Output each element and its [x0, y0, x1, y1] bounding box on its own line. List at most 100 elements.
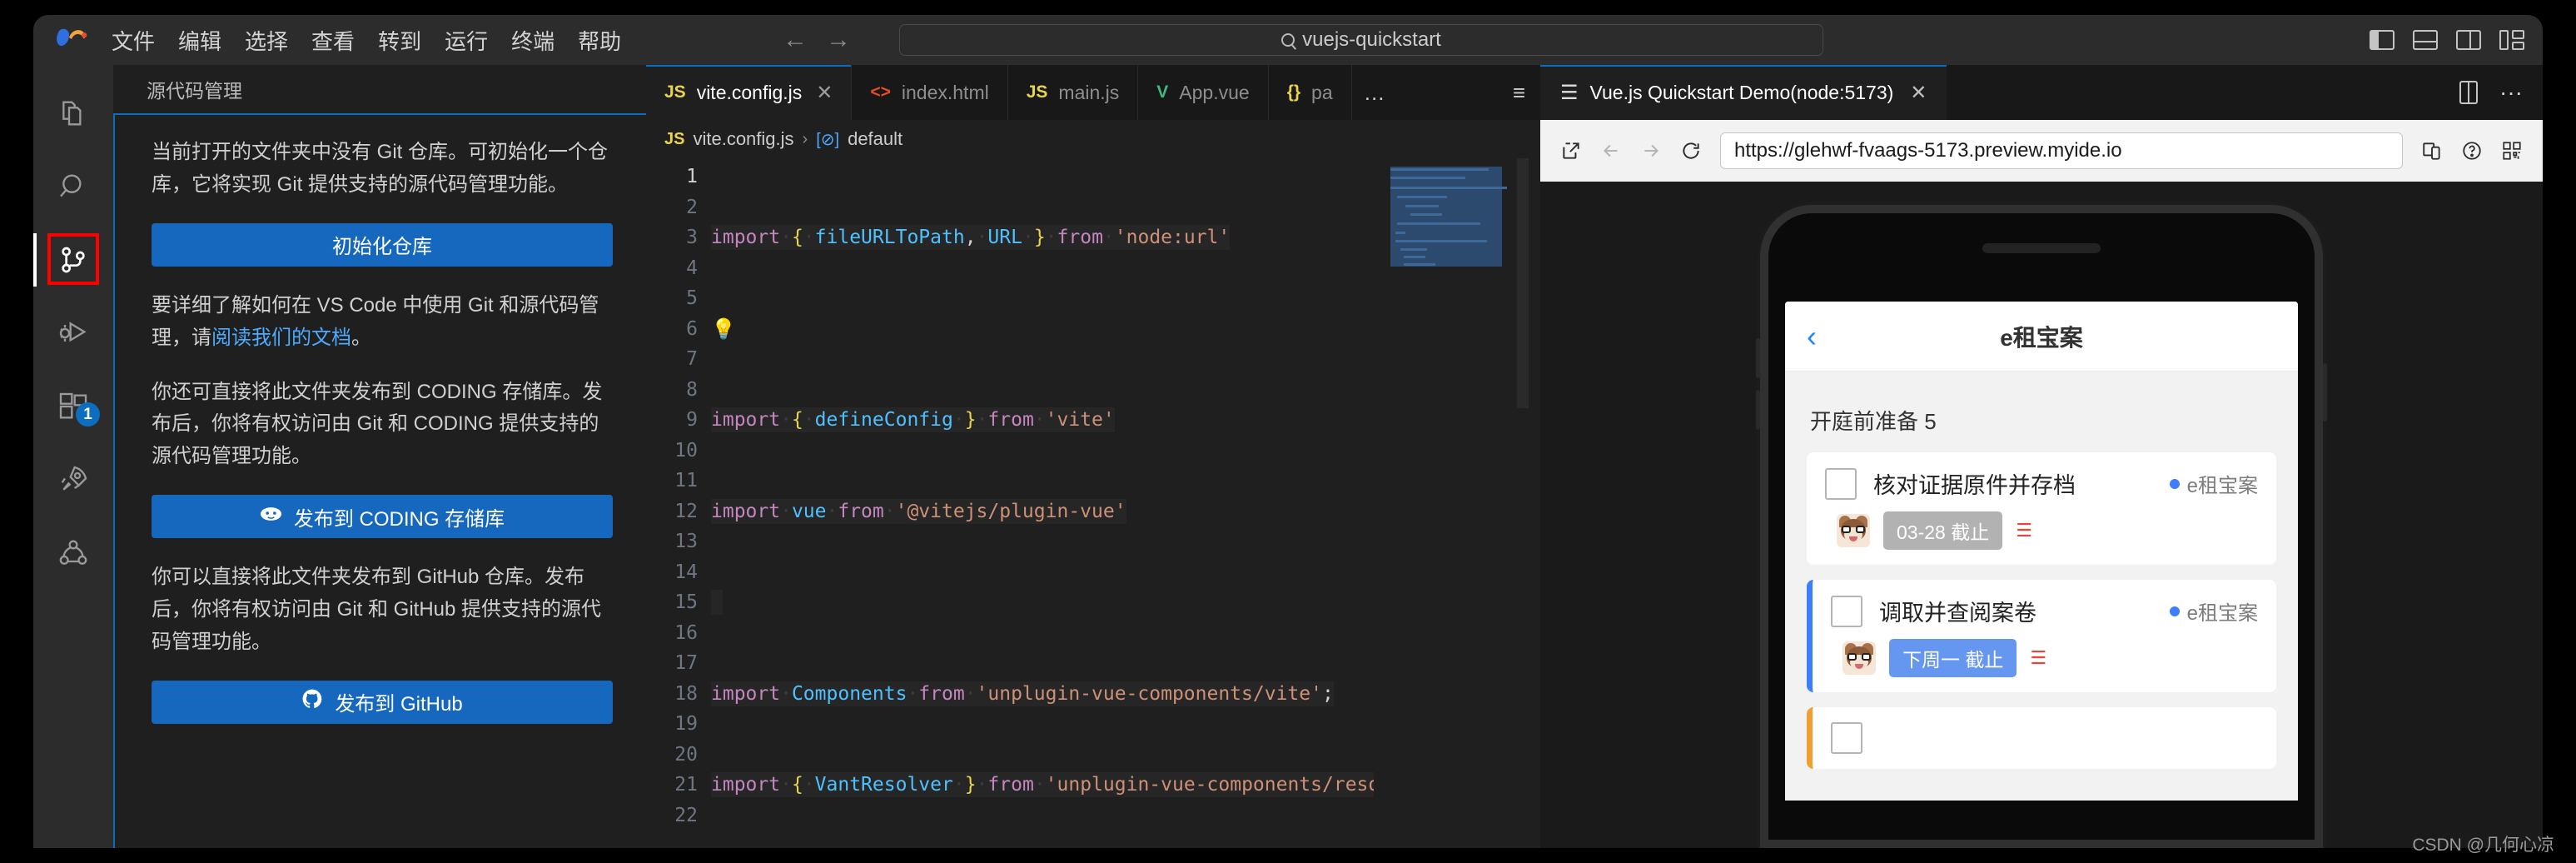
- menu-item-view[interactable]: 查看: [300, 20, 366, 61]
- task-card[interactable]: [1807, 707, 2276, 769]
- layout-controls: [2370, 30, 2524, 50]
- url-bar[interactable]: https://glehwf-fvaags-5173.preview.myide…: [1720, 132, 2403, 169]
- tab-main-js[interactable]: JS main.js: [1007, 65, 1139, 120]
- init-repository-button[interactable]: 初始化仓库: [152, 222, 613, 267]
- lightbulb-icon[interactable]: 💡: [711, 317, 736, 341]
- tab-index-html[interactable]: <> index.html: [852, 65, 1008, 120]
- toggle-secondary-sidebar-icon[interactable]: [2456, 30, 2481, 50]
- hamster-avatar-icon: [1842, 641, 1876, 675]
- task-row-meta: 03-28 截止 ☰: [1825, 511, 2258, 550]
- tab-preview-demo[interactable]: ☰ Vue.js Quickstart Demo(node:5173) ✕: [1540, 65, 1947, 120]
- task-card[interactable]: 调取并查阅案卷 e租宝案 下周一 截止 ☰: [1807, 580, 2276, 692]
- tab-app-vue[interactable]: V App.vue: [1138, 65, 1269, 120]
- read-docs-link[interactable]: 阅读我们的文档: [211, 327, 351, 349]
- question-mark-icon[interactable]: [2461, 140, 2483, 162]
- line-number: 21: [674, 774, 698, 796]
- task-list: 核对证据原件并存档 e租宝案 03-28 截止 ☰ 调取并查阅案卷 e租宝案 下…: [1785, 452, 2298, 801]
- line-number: 19: [674, 713, 698, 735]
- toggle-panel-icon[interactable]: [2413, 30, 2438, 50]
- task-checkbox[interactable]: [1825, 467, 1857, 500]
- tab-label: index.html: [901, 81, 989, 103]
- sidebar-item-accounts[interactable]: [33, 516, 113, 590]
- open-external-icon[interactable]: [1560, 140, 1582, 162]
- line-number-gutter: 1 2 3 4 5 6 7 8 9 10 11 12 13 14 15 16 1: [646, 158, 711, 848]
- tab-package-json[interactable]: {} pa: [1268, 65, 1352, 120]
- more-actions-icon[interactable]: ···: [2499, 79, 2523, 106]
- chevron-left-icon[interactable]: ‹: [1807, 319, 1817, 354]
- init-repository-label: 初始化仓库: [332, 236, 432, 259]
- line-number: 8: [686, 378, 698, 401]
- scm-coding-text: 你还可直接将此文件夹发布到 CODING 存储库。发布后，你将有权访问由 Git…: [152, 380, 603, 468]
- command-center-text: vuejs-quickstart: [1302, 28, 1441, 51]
- sidebar-item-extensions[interactable]: 1: [33, 370, 113, 443]
- subtask-list-icon[interactable]: ☰: [2016, 521, 2033, 540]
- go-forward-icon[interactable]: →: [826, 27, 851, 52]
- publish-to-coding-label: 发布到 CODING 存储库: [293, 507, 505, 531]
- preview-tabs: ☰ Vue.js Quickstart Demo(node:5173) ✕ ··…: [1540, 65, 2543, 120]
- vscode-logo-icon: [52, 26, 90, 54]
- menu-bar: 文件 编辑 选择 查看 转到 运行 终端 帮助: [100, 20, 633, 61]
- sidebar-item-run-debug[interactable]: [33, 297, 113, 370]
- app-content: 开庭前准备 5 核对证据原件并存档 e租宝案 03-28 截止 ☰ 调取并查阅案…: [1785, 372, 2298, 801]
- phone-power-button: [2323, 363, 2327, 422]
- customize-layout-icon[interactable]: [2499, 30, 2524, 50]
- command-center[interactable]: vuejs-quickstart: [899, 24, 1823, 56]
- line-number: 3: [686, 227, 698, 248]
- close-icon[interactable]: ✕: [816, 81, 833, 105]
- navigation-arrows: ← →: [783, 27, 851, 52]
- publish-to-github-button[interactable]: 发布到 GitHub: [152, 680, 613, 724]
- tab-label: App.vue: [1179, 81, 1250, 103]
- close-icon[interactable]: ✕: [1910, 81, 1927, 105]
- phone-mockup: ‹ e租宝案 开庭前准备 5 核对证据原件并存档 e租宝案 03-28 截止 ☰…: [1756, 205, 2327, 848]
- subtask-list-icon[interactable]: ☰: [2030, 649, 2047, 667]
- sidebar-item-deploy[interactable]: [33, 443, 113, 516]
- menu-item-terminal[interactable]: 终端: [500, 20, 566, 61]
- sidebar-title: 源代码管理: [147, 80, 242, 102]
- line-number: 10: [674, 439, 698, 461]
- sidebar-item-explorer[interactable]: [33, 77, 113, 150]
- code-editor[interactable]: 1 2 3 4 5 6 7 8 9 10 11 12 13 14 15 16 1: [646, 158, 1540, 848]
- line-number: 17: [674, 652, 698, 674]
- reload-icon[interactable]: [1680, 140, 1702, 162]
- menu-item-go[interactable]: 转到: [366, 20, 433, 61]
- task-checkbox[interactable]: [1831, 595, 1862, 627]
- breadcrumb-symbol[interactable]: default: [848, 128, 903, 150]
- line-number: 14: [674, 561, 698, 583]
- more-tabs-icon[interactable]: …: [1351, 65, 1397, 120]
- phone-screen: ‹ e租宝案 开庭前准备 5 核对证据原件并存档 e租宝案 03-28 截止 ☰…: [1785, 302, 2298, 801]
- preview-tab-label: Vue.js Quickstart Demo(node:5173): [1589, 81, 1894, 103]
- arrow-right-icon[interactable]: [1640, 140, 1662, 162]
- sidebar-item-source-control[interactable]: [33, 223, 113, 297]
- editor-actions-icon[interactable]: ≡: [1497, 65, 1540, 120]
- task-row-main: 调取并查阅案卷 e租宝案: [1831, 595, 2258, 627]
- menu-item-run[interactable]: 运行: [433, 20, 500, 61]
- activity-bar: 1: [33, 65, 113, 848]
- tab-label: main.js: [1058, 81, 1120, 103]
- go-back-icon[interactable]: ←: [783, 27, 808, 52]
- task-card[interactable]: 核对证据原件并存档 e租宝案 03-28 截止 ☰: [1807, 452, 2276, 565]
- device-toggle-icon[interactable]: [2421, 140, 2443, 162]
- menu-item-file[interactable]: 文件: [100, 20, 167, 61]
- task-project: e租宝案: [2169, 469, 2258, 498]
- menu-item-help[interactable]: 帮助: [566, 20, 633, 61]
- publish-to-coding-button[interactable]: 发布到 CODING 存储库: [152, 495, 613, 539]
- minimap[interactable]: [1374, 158, 1540, 848]
- watermark: CSDN @几何心凉: [2412, 836, 2554, 855]
- line-number: 6: [686, 317, 698, 340]
- title-bar: 文件 编辑 选择 查看 转到 运行 终端 帮助 ← → vuejs-quicks…: [33, 15, 2543, 65]
- json-file-icon: {}: [1286, 82, 1301, 102]
- task-checkbox[interactable]: [1831, 722, 1862, 754]
- tab-vite-config-js[interactable]: JS vite.config.js ✕: [646, 65, 853, 120]
- menu-item-selection[interactable]: 选择: [233, 20, 300, 61]
- workbench: 1 源代码管理 当前打开的文件夹中没有 Git 仓库。可初始化一个仓库，它将实现…: [33, 65, 2543, 848]
- app-navbar: ‹ e租宝案: [1785, 302, 2298, 372]
- menu-item-edit[interactable]: 编辑: [167, 20, 233, 61]
- sidebar-item-search[interactable]: [33, 150, 113, 223]
- breadcrumb-file[interactable]: vite.config.js: [693, 128, 793, 150]
- qrcode-icon[interactable]: [2501, 140, 2523, 162]
- toggle-primary-sidebar-icon[interactable]: [2370, 30, 2394, 50]
- line-number: 18: [674, 682, 698, 705]
- split-editor-icon[interactable]: [2459, 81, 2479, 104]
- line-number: 7: [686, 348, 698, 370]
- arrow-left-icon[interactable]: [1600, 140, 1622, 162]
